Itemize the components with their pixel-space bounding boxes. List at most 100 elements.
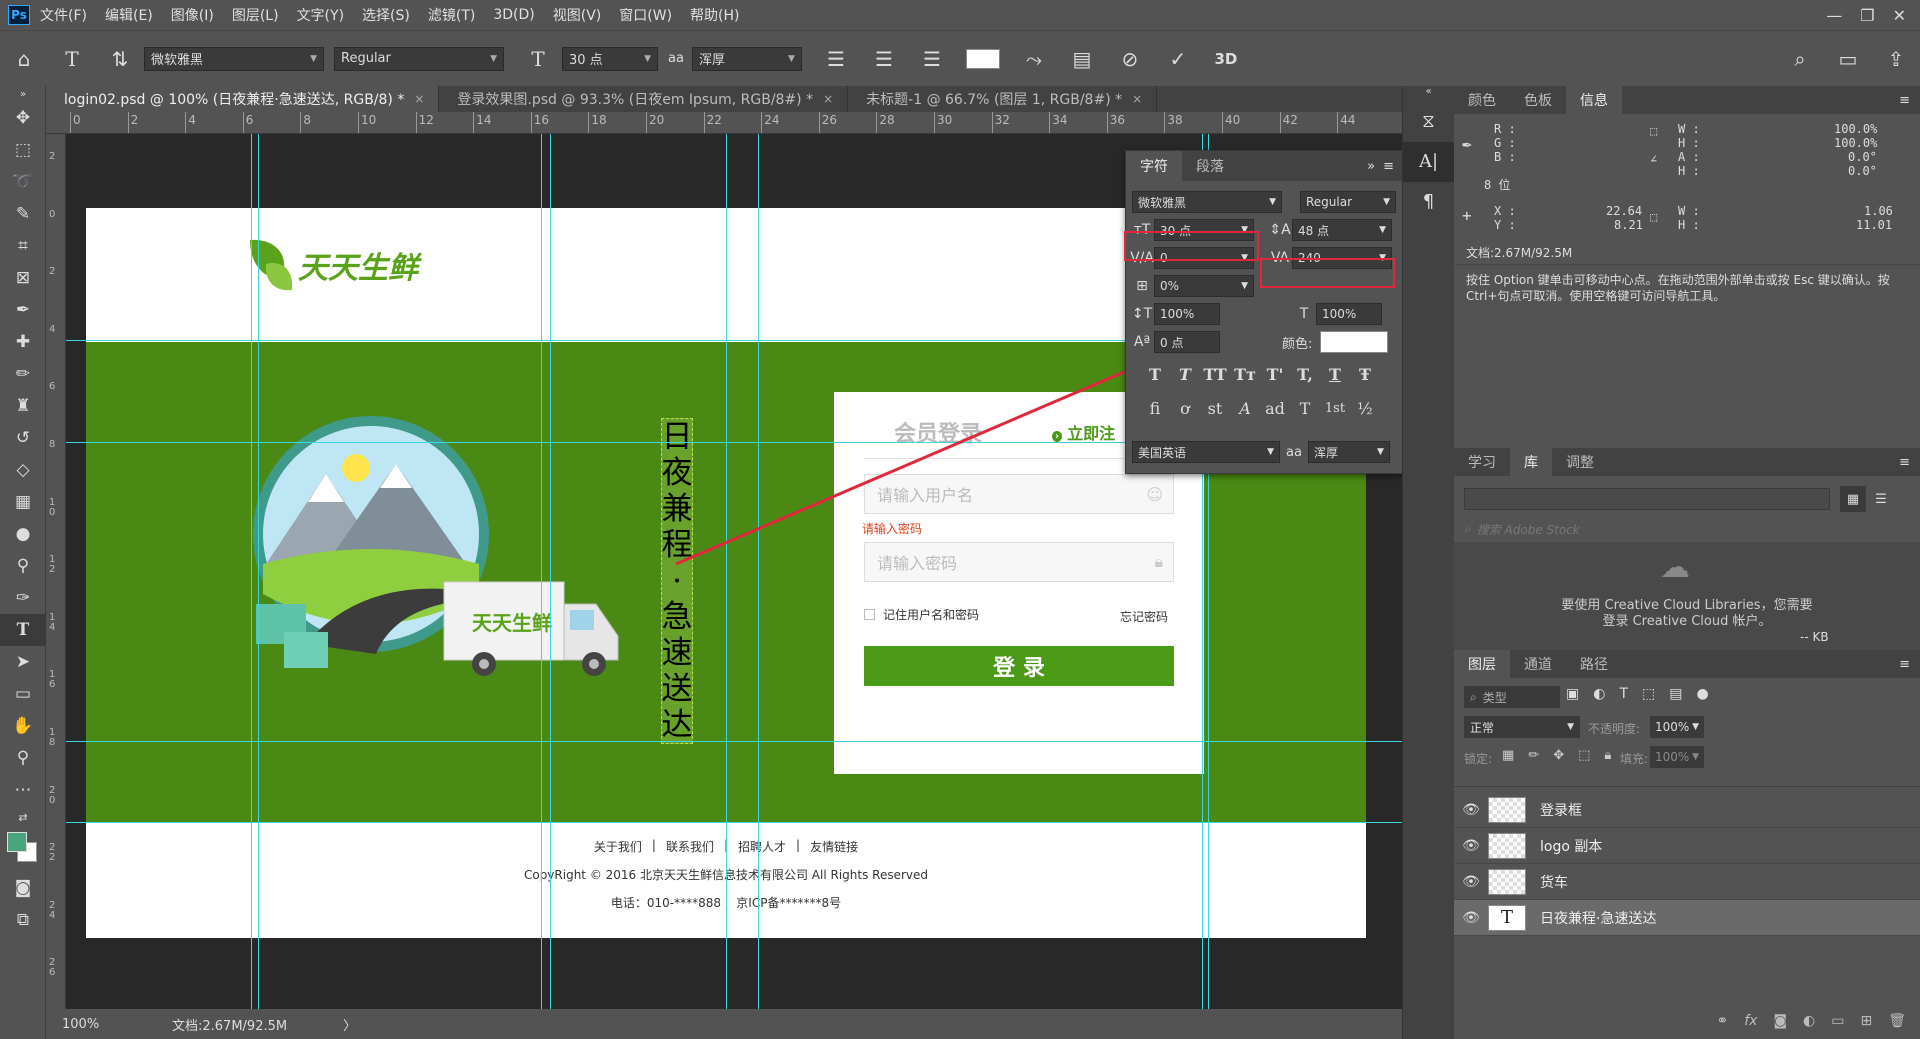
warp-text-icon[interactable]: ⤳	[1020, 45, 1048, 73]
tab-channels[interactable]: 通道	[1510, 650, 1566, 678]
tab-character[interactable]: 字符	[1126, 151, 1182, 181]
menu-view[interactable]: 视图(V)	[553, 5, 602, 25]
layer-row[interactable]: 👁︎ 货车	[1454, 864, 1920, 900]
hand-tool-icon[interactable]: ✋	[0, 710, 46, 742]
font-style-select[interactable]: Regular ▼	[334, 46, 504, 71]
link-layers-icon[interactable]: ⚭	[1716, 1013, 1728, 1029]
strikethrough-icon[interactable]: Ŧ	[1350, 365, 1380, 384]
stock-search-input[interactable]: ⌕ 搜索 Adobe Stock	[1464, 518, 1908, 540]
tab-color[interactable]: 颜色	[1454, 86, 1510, 114]
healing-brush-tool-icon[interactable]: ✚	[0, 326, 46, 358]
layer-style-icon[interactable]: fx	[1744, 1013, 1757, 1029]
search-icon[interactable]: ⌕	[1786, 45, 1814, 73]
foreground-color-swatch[interactable]	[7, 832, 27, 852]
commit-icon[interactable]: ✓	[1164, 45, 1192, 73]
align-left-icon[interactable]: ☰	[822, 45, 850, 73]
menu-edit[interactable]: 编辑(E)	[105, 5, 153, 25]
doc-tab-login-effect[interactable]: 登录效果图.psd @ 93.3% (日夜em Ipsum, RGB/8#) *…	[439, 86, 849, 112]
menu-type[interactable]: 文字(Y)	[297, 5, 344, 25]
restore-icon[interactable]: ❐	[1860, 6, 1874, 25]
delete-layer-icon[interactable]: 🗑︎	[1888, 1013, 1906, 1029]
character-panel-icon[interactable]: A|	[1403, 142, 1454, 182]
clone-stamp-tool-icon[interactable]: ♜	[0, 390, 46, 422]
all-caps-icon[interactable]: TT	[1200, 365, 1230, 384]
antialias-select[interactable]: 浑厚 ▼	[691, 46, 802, 71]
adjustment-layer-icon[interactable]: ◐	[1803, 1013, 1815, 1029]
crop-tool-icon[interactable]: ⌗	[0, 230, 46, 262]
minimize-icon[interactable]: —	[1826, 6, 1842, 25]
menu-help[interactable]: 帮助(H)	[690, 5, 739, 25]
old-style-icon[interactable]: ơ	[1170, 399, 1200, 418]
history-panel-icon[interactable]: ⧖	[1403, 102, 1454, 142]
eraser-tool-icon[interactable]: ◇	[0, 454, 46, 486]
remember-checkbox[interactable]: 记住用户名和密码	[864, 606, 979, 623]
close-tab-icon[interactable]: ×	[823, 92, 833, 106]
collapse-arrows-icon[interactable]: «	[1403, 86, 1454, 102]
tab-paths[interactable]: 路径	[1566, 650, 1622, 678]
underline-icon[interactable]: T	[1320, 365, 1350, 384]
footer-link-friends[interactable]: 友情链接	[810, 838, 858, 855]
cp-proportional-spacing-input[interactable]: 0% ▼	[1154, 275, 1254, 297]
tab-info[interactable]: 信息	[1566, 86, 1622, 114]
quick-mask-icon[interactable]: ◙	[0, 872, 46, 904]
home-icon[interactable]: ⌂	[10, 45, 38, 73]
menu-layer[interactable]: 图层(L)	[232, 5, 279, 25]
list-view-icon[interactable]: ☰	[1868, 486, 1894, 512]
move-tool-icon[interactable]: ✥	[0, 102, 46, 134]
login-button[interactable]: 登 录	[864, 646, 1174, 686]
history-brush-tool-icon[interactable]: ↺	[0, 422, 46, 454]
path-select-tool-icon[interactable]: ➤	[0, 646, 46, 678]
lock-icons[interactable]: ▦ ✏ ✥ ⬚ 🔒︎	[1502, 748, 1611, 763]
status-menu-arrow[interactable]: 〉	[343, 1015, 356, 1034]
doc-tab-untitled[interactable]: 未标题-1 @ 66.7% (图层 1, RGB/8#) * ×	[848, 86, 1158, 112]
library-select[interactable]	[1464, 488, 1830, 510]
new-group-icon[interactable]: ▭	[1831, 1013, 1844, 1029]
discretionary-ligature-icon[interactable]: st	[1200, 399, 1230, 418]
close-icon[interactable]: ✕	[1893, 6, 1906, 25]
titling-alternates-icon[interactable]: T	[1290, 399, 1320, 418]
menu-file[interactable]: 文件(F)	[40, 5, 87, 25]
ordinals-icon[interactable]: 1st	[1320, 401, 1350, 416]
tab-paragraph[interactable]: 段落	[1182, 151, 1238, 181]
font-size-select[interactable]: 30 点 ▼	[562, 46, 658, 71]
zoom-level[interactable]: 100%	[62, 1017, 152, 1032]
cp-font-style-select[interactable]: Regular ▼	[1300, 191, 1396, 213]
more-tools-icon[interactable]: ⋯	[0, 774, 46, 806]
rectangle-tool-icon[interactable]: ▭	[0, 678, 46, 710]
blur-tool-icon[interactable]: ●	[0, 518, 46, 550]
visibility-eye-icon[interactable]: 👁︎	[1454, 910, 1488, 926]
fractions-icon[interactable]: ½	[1350, 399, 1380, 418]
swash-icon[interactable]: A	[1230, 399, 1260, 418]
tab-libraries[interactable]: 库	[1510, 448, 1552, 476]
text-color-swatch[interactable]	[965, 48, 1000, 69]
layer-row[interactable]: 👁︎ logo 副本	[1454, 828, 1920, 864]
ligature-icon[interactable]: fi	[1140, 399, 1170, 418]
eyedropper-tool-icon[interactable]: ✒	[0, 294, 46, 326]
cp-horizontal-scale-input[interactable]: 100%	[1316, 303, 1382, 325]
character-panel-icon[interactable]: ▤	[1068, 45, 1096, 73]
doc-tab-login02[interactable]: login02.psd @ 100% (日夜兼程·急速送达, RGB/8) * ×	[46, 86, 440, 112]
tab-swatches[interactable]: 色板	[1510, 86, 1566, 114]
cp-leading-input[interactable]: 48 点 ▼	[1292, 219, 1392, 241]
cp-font-family-select[interactable]: 微软雅黑 ▼	[1132, 191, 1282, 213]
small-caps-icon[interactable]: Tт	[1230, 365, 1260, 384]
layer-row-selected[interactable]: 👁︎ T 日夜兼程·急速送达	[1454, 900, 1920, 936]
align-right-icon[interactable]: ☰	[918, 45, 946, 73]
color-swatches[interactable]	[0, 828, 46, 872]
fill-input[interactable]: 100% ▼	[1650, 746, 1704, 768]
visibility-eye-icon[interactable]: 👁︎	[1454, 802, 1488, 818]
lasso-tool-icon[interactable]: ➰	[0, 166, 46, 198]
faux-italic-icon[interactable]: T	[1170, 365, 1200, 384]
workspace-icon[interactable]: ▭	[1834, 45, 1862, 73]
footer-link-about[interactable]: 关于我们	[594, 838, 642, 855]
dodge-tool-icon[interactable]: ⚲	[0, 550, 46, 582]
font-family-select[interactable]: 微软雅黑 ▼	[144, 46, 324, 71]
blend-mode-select[interactable]: 正常 ▼	[1464, 716, 1580, 738]
panel-menu-icon[interactable]: ≡	[1899, 657, 1910, 672]
cp-baseline-input[interactable]: 0 点	[1154, 331, 1220, 353]
menu-3d[interactable]: 3D(D)	[493, 7, 534, 23]
share-icon[interactable]: ⇪	[1882, 45, 1910, 73]
quick-select-tool-icon[interactable]: ✎	[0, 198, 46, 230]
footer-link-contact[interactable]: 联系我们	[666, 838, 714, 855]
type-tool-icon[interactable]: T	[0, 614, 46, 646]
